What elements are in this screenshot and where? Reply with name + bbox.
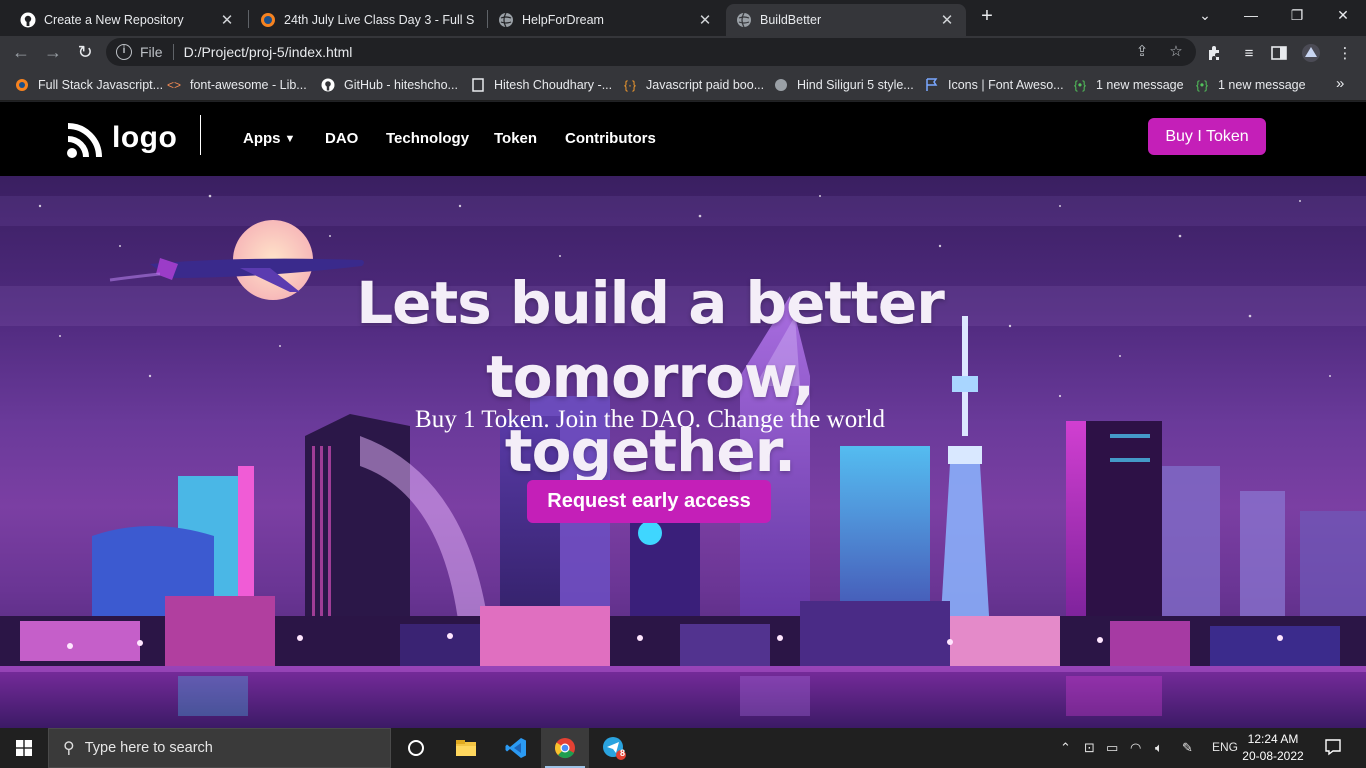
new-tab-icon[interactable]: +: [976, 6, 998, 28]
site-navbar: logo Apps ▼ DAO Technology Token Contrib…: [0, 102, 1366, 176]
volume-icon[interactable]: 🔈︎: [1155, 740, 1163, 756]
tab-title: BuildBetter: [760, 13, 822, 27]
bookmarks-bar: Full Stack Javascript... <> font-awesome…: [0, 69, 1366, 101]
more-menu-icon[interactable]: ⋮: [1334, 42, 1356, 64]
flag-icon: [924, 77, 940, 93]
close-tab-icon[interactable]: ✕: [938, 11, 956, 29]
vscode-icon[interactable]: [492, 728, 540, 768]
battery-icon[interactable]: ▭: [1106, 740, 1118, 756]
search-icon: ⚲: [63, 740, 75, 757]
hero-section: Lets build a better tomorrow, together. …: [0, 176, 1366, 728]
site-logo[interactable]: logo: [66, 116, 177, 160]
chevron-up-icon[interactable]: ⌃: [1060, 740, 1071, 756]
chevron-down-icon: ▼: [284, 132, 296, 145]
tab-title: 24th July Live Class Day 3 - Full S: [284, 13, 475, 27]
web-page: logo Apps ▼ DAO Technology Token Contrib…: [0, 102, 1366, 728]
tab-buildbetter[interactable]: BuildBetter ✕: [726, 4, 966, 36]
share-icon[interactable]: ⇪: [1132, 41, 1152, 61]
bookmark-item[interactable]: Full Stack Javascript...: [14, 76, 163, 94]
request-access-button[interactable]: Request early access: [527, 480, 771, 523]
minimize-icon[interactable]: —: [1228, 0, 1274, 30]
orange-circle-icon: [14, 77, 30, 93]
file-explorer-icon[interactable]: [442, 728, 490, 768]
bookmark-star-icon[interactable]: ☆: [1166, 41, 1186, 61]
tab-title: HelpForDream: [522, 13, 604, 27]
rss-logo-icon: [67, 123, 102, 158]
extensions-icon[interactable]: [1204, 42, 1226, 64]
nav-technology[interactable]: Technology: [386, 130, 469, 147]
info-icon[interactable]: i: [116, 44, 132, 60]
address-bar[interactable]: i File D:/Project/proj-5/index.html: [106, 38, 1196, 66]
bookmark-item[interactable]: {·} Javascript paid boo...: [622, 76, 764, 94]
taskbar-search-box[interactable]: ⚲ Type here to search: [48, 728, 391, 768]
windows-taskbar: ⚲ Type here to search 8 ⌃ ⊡ ▭ ◠ 🔈︎ ✎ ENG…: [0, 728, 1366, 768]
nav-token[interactable]: Token: [494, 130, 537, 147]
page-icon: [470, 77, 486, 93]
chrome-icon[interactable]: [541, 728, 589, 768]
bookmark-item[interactable]: {•} 1 new message: [1194, 76, 1306, 94]
close-window-icon[interactable]: ✕: [1320, 0, 1366, 30]
pen-icon[interactable]: ✎: [1182, 740, 1193, 756]
nav-apps[interactable]: Apps ▼: [243, 130, 295, 147]
system-clock[interactable]: 12:24 AM 20-08-2022: [1240, 731, 1306, 765]
globe-icon: [773, 77, 789, 93]
url-text[interactable]: D:/Project/proj-5/index.html: [184, 44, 353, 60]
hero-subtitle: Buy 1 Token. Join the DAO. Change the wo…: [415, 406, 885, 433]
notification-icon[interactable]: [1324, 738, 1342, 759]
message-icon: {•}: [1195, 78, 1209, 92]
bookmark-item[interactable]: Hitesh Choudhary -...: [470, 76, 612, 94]
telegram-icon[interactable]: 8: [590, 728, 638, 768]
profile-avatar[interactable]: [1300, 42, 1322, 64]
bookmark-item[interactable]: GitHub - hiteshcho...: [320, 76, 458, 94]
tab-title: Create a New Repository: [44, 13, 184, 27]
code-brackets-icon: <>: [166, 78, 181, 92]
tab-create-repository[interactable]: Create a New Repository ✕: [10, 4, 246, 36]
tab-live-class[interactable]: 24th July Live Class Day 3 - Full S: [250, 4, 486, 36]
media-control-icon[interactable]: ≡: [1238, 42, 1260, 64]
course-icon: [260, 12, 276, 28]
language-indicator[interactable]: ENG: [1212, 740, 1238, 754]
globe-icon: [736, 12, 752, 28]
back-icon[interactable]: ←: [8, 39, 34, 65]
github-icon: [20, 12, 36, 28]
restore-icon[interactable]: ❐: [1274, 0, 1320, 30]
globe-icon: [498, 12, 514, 28]
wifi-icon[interactable]: ◠: [1130, 740, 1141, 756]
side-panel-icon[interactable]: [1268, 42, 1290, 64]
github-icon: [320, 77, 336, 93]
curly-braces-icon: {·}: [623, 78, 636, 92]
nav-divider: [200, 115, 201, 155]
bookmarks-overflow-icon[interactable]: »: [1336, 75, 1344, 92]
nav-contributors[interactable]: Contributors: [565, 130, 656, 147]
browser-tab-bar: Create a New Repository ✕ 24th July Live…: [0, 0, 1366, 36]
tab-helpfordream[interactable]: HelpForDream ✕: [488, 4, 724, 36]
forward-icon[interactable]: →: [40, 39, 66, 65]
close-tab-icon[interactable]: ✕: [696, 11, 714, 29]
bookmark-item[interactable]: Hind Siliguri 5 style...: [773, 76, 914, 94]
message-icon: {•}: [1073, 78, 1087, 92]
task-view-icon[interactable]: [392, 728, 440, 768]
logo-text: logo: [112, 121, 178, 154]
bookmark-item[interactable]: <> font-awesome - Lib...: [166, 76, 307, 94]
bookmark-item[interactable]: Icons | Font Aweso...: [924, 76, 1064, 94]
close-tab-icon[interactable]: ✕: [218, 11, 236, 29]
reload-icon[interactable]: ↻: [72, 39, 98, 65]
telegram-unread-badge: 8: [620, 748, 626, 758]
bookmark-item[interactable]: {•} 1 new message: [1072, 76, 1184, 94]
nav-dao[interactable]: DAO: [325, 130, 358, 147]
buy-token-button[interactable]: Buy I Token: [1148, 118, 1266, 155]
browser-toolbar: ← → ↻ i File D:/Project/proj-5/index.htm…: [0, 36, 1366, 69]
camera-icon[interactable]: ⊡: [1084, 740, 1095, 756]
start-button[interactable]: [0, 728, 48, 768]
url-scheme: File: [140, 44, 163, 60]
windows-logo-icon: [16, 740, 32, 756]
tab-search-icon[interactable]: ⌄: [1182, 0, 1228, 30]
hero-title: Lets build a better tomorrow, together.: [356, 269, 945, 485]
